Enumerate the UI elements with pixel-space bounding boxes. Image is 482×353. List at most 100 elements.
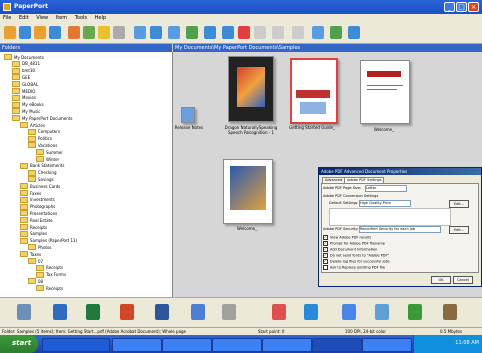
checkbox[interactable]: ✓ (323, 235, 328, 240)
new-folder-icon[interactable] (34, 26, 46, 39)
start-button[interactable]: start (0, 335, 38, 353)
gallery-icon[interactable] (342, 304, 356, 320)
dialog-title-bar: Adobe PDF Advanced Document Properties (319, 168, 481, 175)
folder-tree[interactable]: My Documents DB_4811 bmt30 GEE GLOBAL MEDIO Mo… (0, 52, 173, 297)
rotate-icon[interactable] (222, 26, 234, 39)
edit-security-button[interactable]: Edit... (449, 226, 469, 234)
tree-item-label: MEDIO (22, 88, 36, 94)
tree-item-label: Investments (30, 197, 55, 203)
powerpoint-icon[interactable] (120, 304, 134, 320)
welcome-thumbnail-2[interactable] (223, 159, 273, 224)
checkbox[interactable]: ✓ (323, 259, 328, 264)
spreadsheet-icon[interactable] (408, 304, 422, 320)
outlook-icon[interactable] (53, 304, 67, 320)
dialog-checkbox-row[interactable]: ✓ View Adobe PDF results (323, 235, 371, 240)
quick-launch[interactable] (42, 338, 110, 352)
tree-item-label: My Music (22, 108, 41, 114)
taskbar-item[interactable] (162, 338, 212, 352)
taskbar-item[interactable] (362, 338, 412, 352)
cancel-button[interactable]: Cancel (453, 276, 473, 284)
delete-icon[interactable] (238, 26, 250, 39)
menu-file[interactable]: File (0, 14, 14, 22)
page-view-icon[interactable] (134, 26, 146, 39)
dialog-checkbox-row[interactable]: Ask to Replace existing PDF file (323, 265, 385, 270)
default-settings-select[interactable]: High Quality Print (359, 200, 411, 207)
notepad-icon[interactable] (222, 304, 236, 320)
checkbox[interactable]: ✓ (323, 241, 328, 246)
taskbar-item-active[interactable] (312, 338, 362, 352)
acrobat-icon[interactable] (272, 304, 286, 320)
maximize-button[interactable]: □ (456, 2, 467, 12)
edit-settings-button[interactable]: Edit... (449, 200, 469, 208)
tree-item[interactable]: Receipts (36, 284, 63, 292)
print-icon[interactable] (254, 26, 266, 39)
item-label: Getting Started Guide_ (289, 125, 335, 130)
settings-description (329, 208, 451, 226)
welcome-thumbnail-1[interactable] (360, 60, 410, 124)
folder-icon (20, 122, 28, 128)
word-icon[interactable] (155, 304, 169, 320)
sort-icon[interactable] (168, 26, 180, 39)
get-photo-icon[interactable] (49, 26, 61, 39)
folder-icon (28, 278, 36, 285)
menu-item[interactable]: Item (53, 14, 70, 22)
info-icon[interactable] (348, 26, 360, 39)
thumbnail-icon[interactable] (113, 26, 125, 39)
stack-icon[interactable] (186, 26, 198, 39)
dialog-checkbox-row[interactable]: ✓ Add Document Information (323, 247, 377, 252)
menu-tools[interactable]: Tools (72, 14, 90, 22)
capture-icon[interactable] (83, 26, 95, 39)
menu-edit[interactable]: Edit (16, 14, 32, 22)
archive-icon[interactable] (443, 304, 457, 320)
tree-item-label: My eBooks (22, 102, 44, 108)
search-icon[interactable] (292, 26, 304, 39)
dragon-thumbnail[interactable] (228, 56, 274, 122)
dialog-checkbox-row[interactable]: ✓ Do not send fonts to "Adobe PDF" (323, 253, 389, 258)
close-button[interactable]: × (468, 2, 479, 12)
unstack-icon[interactable] (204, 26, 216, 39)
ok-button[interactable]: OK (431, 276, 451, 284)
page-size-select[interactable]: Letter (365, 185, 407, 192)
tree-item-label: GEE (22, 74, 31, 80)
tree-item-label: My Documents (14, 54, 44, 60)
adobe-pdf-properties-dialog: Adobe PDF Advanced Document Properties A… (318, 167, 482, 287)
status-text: Folder: Samples (5 items); Item: Getting… (2, 329, 187, 334)
menu-help[interactable]: Help (92, 14, 109, 22)
desktop-icon[interactable] (98, 26, 110, 39)
send-to-bar (0, 297, 482, 328)
conversion-label: Adobe PDF Conversion Settings (323, 194, 379, 198)
system-tray: 11:08 AM (413, 335, 482, 353)
tree-item-label: Vacations (38, 142, 58, 148)
view-mode-icon[interactable] (150, 26, 162, 39)
all-in-one-icon[interactable] (68, 26, 80, 39)
item-label: Welcome_ (236, 226, 258, 231)
checkbox[interactable] (323, 265, 328, 270)
folder-icon (36, 285, 44, 292)
checkbox[interactable]: ✓ (323, 253, 328, 258)
scanner-icon[interactable] (17, 304, 31, 320)
ocr-icon[interactable] (312, 26, 324, 39)
dialog-checkbox-row[interactable]: ✓ Prompt for Adobe PDF filename (323, 241, 385, 246)
ie-icon[interactable] (304, 304, 318, 320)
paint-icon[interactable] (191, 304, 205, 320)
menu-view[interactable]: View (33, 14, 51, 22)
taskbar-item[interactable] (212, 338, 262, 352)
release-notes-thumbnail[interactable] (181, 107, 195, 123)
tree-item-label: Checking (38, 170, 57, 176)
security-select[interactable]: Reconfirm Security for each job (359, 226, 441, 233)
dialog-checkbox-row[interactable]: ✓ Delete log files for successful jobs (323, 259, 390, 264)
taskbar-item[interactable] (262, 338, 312, 352)
scan-icon[interactable] (19, 26, 31, 39)
getting-started-thumbnail[interactable] (290, 58, 338, 124)
help-icon[interactable] (330, 26, 342, 39)
taskbar-item[interactable] (112, 338, 162, 352)
folders-icon[interactable] (4, 26, 16, 39)
toolbar (0, 23, 482, 44)
email-icon[interactable] (272, 26, 284, 39)
photo-icon[interactable] (375, 304, 389, 320)
minimize-button[interactable]: _ (444, 2, 455, 12)
excel-icon[interactable] (86, 304, 100, 320)
checkbox[interactable]: ✓ (323, 247, 328, 252)
folders-title: Folders (2, 45, 21, 51)
folder-icon (28, 142, 36, 149)
